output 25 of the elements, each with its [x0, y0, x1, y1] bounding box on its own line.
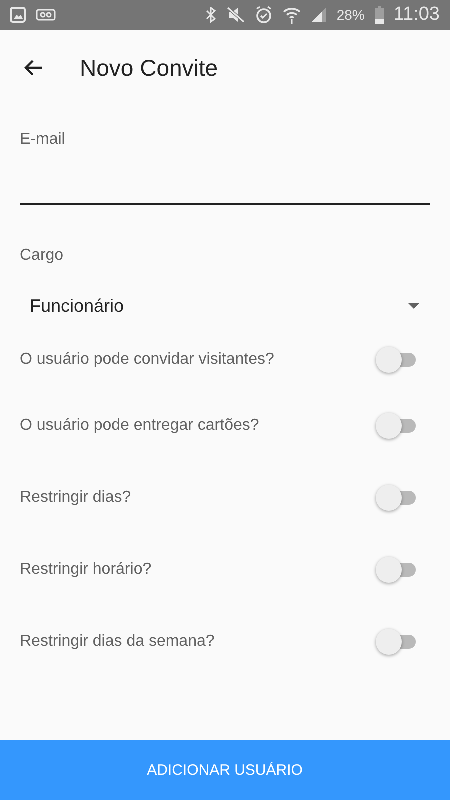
- mute-icon: [226, 7, 245, 23]
- role-dropdown[interactable]: Funcionário: [20, 284, 430, 328]
- toggle-switch[interactable]: [376, 629, 418, 655]
- toggle-label: Restringir horário?: [20, 561, 153, 579]
- toggle-label: O usuário pode entregar cartões?: [20, 417, 260, 435]
- toggle-switch[interactable]: [376, 413, 418, 439]
- screen-title: Novo Convite: [80, 54, 218, 82]
- wifi-icon: [282, 6, 301, 24]
- toggle-switch[interactable]: [376, 485, 418, 511]
- voicemail-icon: [36, 9, 56, 21]
- toggle-switch[interactable]: [376, 347, 418, 373]
- bluetooth-icon: [204, 7, 217, 23]
- clock-time: 11:03: [394, 4, 440, 26]
- toggle-label: Restringir dias da semana?: [20, 633, 216, 651]
- alarm-icon: [254, 6, 273, 24]
- toggle-label: O usuário pode convidar visitantes?: [20, 351, 276, 369]
- role-label: Cargo: [20, 247, 65, 265]
- dropdown-caret-icon: [408, 303, 420, 309]
- toggle-switch[interactable]: [376, 557, 418, 583]
- signal-icon: [310, 7, 327, 23]
- gallery-icon: [10, 7, 26, 23]
- toggle-label: Restringir dias?: [20, 489, 132, 507]
- battery-percentage: 28%: [336, 7, 365, 23]
- email-label: E-mail: [20, 131, 66, 149]
- battery-icon: [374, 6, 384, 24]
